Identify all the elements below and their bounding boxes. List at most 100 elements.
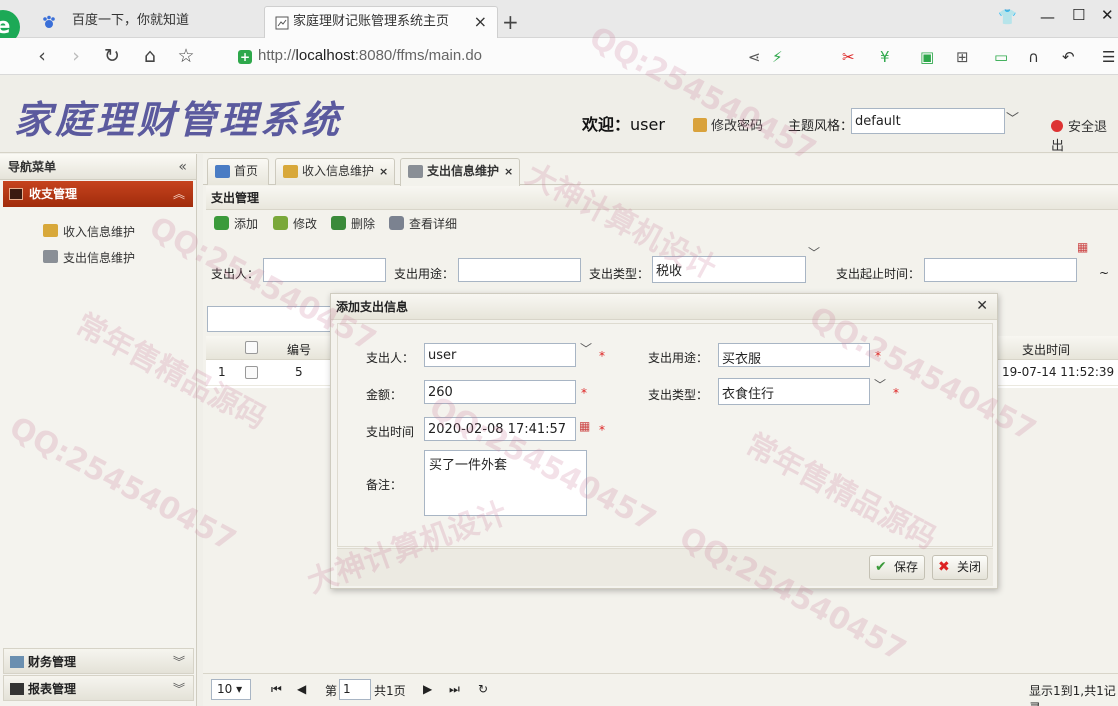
type-select[interactable]: 衣食住行	[718, 378, 870, 405]
star-icon[interactable]: ☆	[174, 45, 198, 67]
change-password-link[interactable]: 修改密码	[693, 115, 763, 134]
close-icon[interactable]: ✕	[976, 298, 988, 314]
purpose-input[interactable]	[458, 258, 581, 282]
required-mark: *	[893, 386, 899, 400]
calendar-icon[interactable]: ▦	[1077, 240, 1088, 254]
close-tab-icon[interactable]: ×	[379, 165, 388, 178]
add-expense-dialog: 添加支出信息 ✕ 支出人： user ﹀ * 支出用途： 买衣服 * 金额： 2…	[330, 293, 998, 589]
chevron-down-icon[interactable]: ﹀	[1006, 108, 1019, 127]
theme-select[interactable]: default	[851, 108, 1005, 134]
page-total: 共1页	[374, 684, 406, 698]
close-window-icon[interactable]: ✕	[1101, 6, 1114, 24]
period-separator: ~	[1099, 266, 1110, 280]
tab-expense[interactable]: 支出信息维护 ×	[400, 158, 520, 186]
back-icon[interactable]: ‹	[30, 45, 54, 67]
chevron-up-icon[interactable]: ︽	[173, 181, 185, 207]
save-button[interactable]: ✔ 保存	[869, 555, 926, 580]
add-button[interactable]: 添加	[214, 215, 258, 232]
close-tab-icon[interactable]: ×	[504, 165, 513, 178]
chevron-down-icon[interactable]: ﹀	[808, 244, 820, 261]
chevron-down-icon[interactable]: ︾	[173, 676, 185, 702]
yen-icon[interactable]: ¥	[880, 48, 890, 66]
column-id: 编号	[287, 343, 312, 357]
page-prefix: 第	[325, 684, 338, 698]
forward-icon[interactable]: ›	[64, 45, 88, 67]
share-icon[interactable]: ⋖	[748, 48, 761, 66]
sidebar-panel-income-expense[interactable]: 收支管理 ︽	[3, 181, 193, 207]
delete-button[interactable]: 删除	[331, 215, 375, 232]
home-icon[interactable]: ⌂	[138, 45, 162, 67]
sidebar-item-expense[interactable]: 支出信息维护	[43, 249, 135, 266]
sidebar-item-income[interactable]: 收入信息维护	[43, 223, 135, 240]
sidebar-panel-finance[interactable]: 财务管理 ︾	[3, 648, 194, 674]
secondary-search-input[interactable]	[207, 306, 337, 332]
next-page-icon[interactable]: ▶	[423, 682, 432, 696]
page-icon	[275, 16, 289, 30]
row-number: 1	[218, 365, 226, 379]
url-field[interactable]: http://localhost:8080/ffms/main.do	[258, 47, 482, 64]
menu-icon[interactable]: ☰	[1102, 48, 1115, 66]
pager-summary: 显示1到1,共1记录	[1029, 684, 1116, 706]
shirt-icon[interactable]: 👕	[998, 8, 1017, 26]
app-icon[interactable]: ▣	[920, 48, 934, 66]
tab-home[interactable]: 首页	[207, 158, 269, 185]
panel-title: 支出管理	[206, 186, 1118, 210]
remark-textarea[interactable]: 买了一件外套	[424, 450, 587, 516]
browser-tab-baidu[interactable]: 百度一下，你就知道	[30, 6, 262, 38]
period-start-input[interactable]	[924, 258, 1077, 282]
maximize-icon[interactable]: ☐	[1072, 6, 1085, 24]
scissors-icon[interactable]: ✂	[842, 48, 855, 66]
prev-page-icon[interactable]: ◀	[297, 682, 306, 696]
reload-icon[interactable]: ↻	[100, 45, 124, 67]
type-select[interactable]: 税收	[652, 256, 806, 283]
page-size-select[interactable]: 10 ▾	[211, 679, 251, 700]
welcome-user: user	[630, 115, 665, 134]
app-header: 家庭理财管理系统 欢迎：user 修改密码 主题风格： default ﹀ 安全…	[0, 75, 1118, 154]
welcome-text: 欢迎：user	[582, 115, 665, 134]
tab-income[interactable]: 收入信息维护 ×	[275, 158, 395, 185]
theme-label: 主题风格：	[788, 119, 854, 134]
logout-link[interactable]: 安全退出	[1051, 116, 1118, 154]
first-page-icon[interactable]: ⏮	[271, 682, 282, 697]
undo-icon[interactable]: ↶	[1062, 48, 1075, 66]
payer-select[interactable]: user	[424, 343, 576, 367]
view-detail-button[interactable]: 查看详细	[389, 215, 457, 232]
refresh-icon[interactable]: ↻	[478, 682, 488, 696]
ledger-icon	[9, 188, 23, 200]
bolt-icon[interactable]: ⚡	[772, 48, 783, 66]
battery-icon[interactable]: ▭	[994, 48, 1008, 66]
report-icon	[10, 683, 24, 695]
address-bar: ‹ › ↻ ⌂ ☆ + http://localhost:8080/ffms/m…	[0, 38, 1118, 75]
close-button[interactable]: ✖ 关闭	[932, 555, 989, 580]
sidebar-panel-report[interactable]: 报表管理 ︾	[3, 675, 194, 701]
select-all-checkbox[interactable]	[245, 341, 258, 354]
payer-input[interactable]	[263, 258, 386, 282]
row-checkbox[interactable]	[245, 366, 258, 379]
content-tabs: 首页 收入信息维护 × 支出信息维护 ×	[203, 154, 1118, 186]
close-tab-icon[interactable]: ×	[474, 7, 487, 37]
doc-icon	[389, 216, 404, 230]
grid-icon[interactable]: ⊞	[956, 48, 969, 66]
amount-input[interactable]: 260	[424, 380, 576, 404]
calendar-icon[interactable]: ▦	[579, 419, 590, 433]
new-tab-icon[interactable]: +	[502, 10, 519, 34]
required-mark: *	[599, 349, 605, 363]
column-time: 支出时间	[1022, 343, 1071, 357]
remark-label: 备注：	[366, 478, 403, 492]
headset-icon[interactable]: ∩	[1028, 48, 1039, 66]
delete-icon	[331, 216, 346, 230]
minimize-icon[interactable]: —	[1040, 8, 1055, 26]
chevron-down-icon[interactable]: ︾	[173, 649, 185, 675]
collapse-left-icon[interactable]: «	[178, 154, 187, 180]
time-input[interactable]: 2020-02-08 17:41:57	[424, 417, 576, 441]
paw-icon	[43, 15, 55, 28]
purpose-input[interactable]: 买衣服	[718, 343, 870, 367]
chevron-down-icon[interactable]: ﹀	[874, 376, 886, 393]
chevron-down-icon[interactable]: ﹀	[580, 340, 592, 357]
page-number-input[interactable]: 1	[339, 679, 371, 700]
last-page-icon[interactable]: ⏭	[449, 682, 460, 697]
browser-tab-ffms[interactable]: 家庭理财记账管理系统主页 ×	[264, 6, 498, 38]
edit-button[interactable]: 修改	[273, 215, 317, 232]
search-row: 支出人： 支出用途： 支出类型： 税收 ﹀ 支出起止时间： ▦ ~	[203, 240, 1118, 286]
key-icon	[693, 118, 707, 132]
